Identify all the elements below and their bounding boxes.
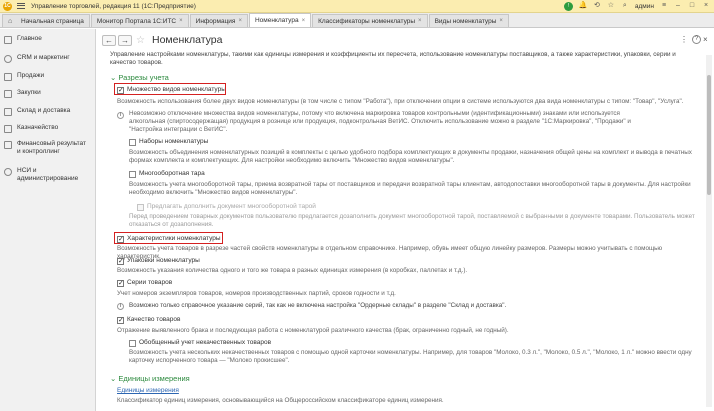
poor-quality-label: Обобщенный учет некачественных товаров — [139, 339, 272, 346]
gear-icon — [4, 168, 12, 176]
units-desc: Классификатор единиц измерения, основыва… — [117, 397, 444, 404]
suggest-returnable-label: Предлагать дополнить документ многооборо… — [147, 203, 316, 210]
tab-home[interactable]: ⌂ Начальная страница — [2, 14, 90, 27]
close-icon[interactable]: × — [703, 35, 708, 44]
sidebar-item-admin[interactable]: НСИ и администрирование — [0, 167, 92, 183]
settings-icon[interactable]: ≡ — [660, 2, 668, 10]
tab-nomenclature[interactable]: Номенклатура × — [248, 13, 312, 27]
returnable-label: Многооборотная тара — [139, 170, 205, 177]
scrollbar[interactable] — [706, 55, 712, 407]
notifications-icon[interactable]: ! — [563, 1, 573, 11]
returnable-desc: Возможность учета многооборотной тары, п… — [129, 181, 691, 196]
quality-label: Качество товаров — [127, 316, 181, 323]
finance-icon — [4, 141, 12, 149]
more-icon[interactable]: ⋮ — [680, 35, 688, 44]
title-bar: 1С Управление торговлей, редакция 11 (1С… — [0, 0, 714, 13]
tab-label: Монитор Портала 1С:ИТС — [96, 17, 177, 25]
series-checkbox[interactable]: ✓ — [117, 280, 124, 287]
packages-desc: Возможность указания количества одного и… — [117, 267, 468, 274]
maximize-icon[interactable]: □ — [688, 2, 696, 10]
menu-icon — [4, 36, 12, 44]
tab-information[interactable]: Информация × — [189, 14, 248, 27]
highlight-box — [114, 83, 226, 95]
back-button[interactable]: ← — [102, 35, 116, 46]
section-accounting[interactable]: ⌄ Разрезы учета — [110, 73, 169, 82]
sales-icon — [4, 73, 12, 81]
close-icon[interactable]: × — [418, 18, 422, 24]
quality-checkbox[interactable]: ✓ — [117, 317, 124, 324]
sidebar-item-crm[interactable]: CRM и маркетинг — [0, 54, 74, 63]
poor-quality-checkbox[interactable] — [129, 340, 136, 347]
bell-icon[interactable]: 🔔 — [579, 2, 588, 10]
window-title: Управление торговлей, редакция 11 (1С:Пр… — [31, 2, 196, 10]
sidebar-item-finance[interactable]: Финансовый результат и контроллинг — [0, 140, 92, 156]
sidebar-item-treasury[interactable]: Казначейство — [0, 124, 62, 133]
returnable-checkbox[interactable] — [129, 171, 136, 178]
favorite-star-icon[interactable]: ☆ — [136, 35, 145, 46]
kits-checkbox[interactable] — [129, 139, 136, 146]
suggest-returnable-desc: Перед проведением товарных документов по… — [129, 213, 695, 228]
close-icon[interactable]: × — [499, 18, 503, 24]
units-link[interactable]: Единицы измерения — [117, 387, 179, 394]
sidebar-item-sales[interactable]: Продажи — [0, 72, 48, 81]
sidebar-item-purchases[interactable]: Закупки — [0, 89, 45, 98]
series-label: Серии товаров — [127, 279, 173, 286]
treasury-icon — [4, 125, 12, 133]
sidebar-item-main[interactable]: Главное — [0, 35, 46, 44]
page-intro: Управление настройками номенклатуры, так… — [110, 51, 676, 66]
characteristics-desc: Возможность учета товаров в разрезе част… — [117, 245, 663, 260]
main-content: ← → ☆ Номенклатура ⋮ ? × Управление наст… — [97, 29, 714, 411]
packages-label: Упаковки номенклатуры — [127, 257, 200, 264]
info-icon: i — [117, 303, 124, 310]
page-title: Номенклатура — [152, 34, 223, 46]
multiple-types-desc: Возможность использования более двух вид… — [117, 98, 684, 105]
suggest-returnable-checkbox[interactable] — [137, 204, 144, 211]
purchases-icon — [4, 90, 12, 98]
search-icon[interactable]: ⌕ — [621, 2, 629, 10]
series-note: Возможно только справочное указание сери… — [129, 302, 507, 309]
section-units[interactable]: ⌄ Единицы измерения — [110, 374, 190, 383]
series-desc: Учет номеров экземпляров товаров, номеро… — [117, 290, 396, 297]
app-logo-icon: 1С — [3, 1, 12, 11]
poor-quality-desc: Возможность учета нескольких некачествен… — [129, 349, 692, 364]
kits-desc: Возможность объединения номенклатурных п… — [129, 149, 692, 164]
close-icon[interactable]: × — [179, 18, 183, 24]
home-icon: ⌂ — [8, 17, 13, 25]
history-icon[interactable]: ⟲ — [593, 2, 601, 10]
tab-label: Классификаторы номенклатуры — [318, 17, 416, 25]
forward-button[interactable]: → — [118, 35, 132, 46]
multiple-types-note: Невозможно отключение множества видов но… — [129, 110, 631, 133]
packages-checkbox[interactable]: ✓ — [117, 258, 124, 265]
tab-label: Номенклатура — [254, 17, 299, 24]
quality-desc: Отражение выявленного брака и последующа… — [117, 327, 509, 334]
tab-label: Виды номенклатуры — [434, 17, 497, 25]
highlight-box — [114, 232, 223, 244]
close-icon[interactable]: × — [302, 18, 306, 24]
crm-icon — [4, 55, 12, 63]
info-icon: i — [117, 112, 124, 119]
sidebar: Главное CRM и маркетинг Продажи Закупки … — [0, 29, 96, 411]
tab-strip: ⌂ Начальная страница Монитор Портала 1С:… — [0, 13, 714, 28]
kits-label: Наборы номенклатуры — [139, 138, 209, 145]
tab-nomenclature-types[interactable]: Виды номенклатуры × — [428, 14, 509, 27]
user-name[interactable]: админ — [635, 3, 654, 10]
favorites-icon[interactable]: ☆ — [607, 2, 615, 10]
close-window-icon[interactable]: × — [702, 2, 710, 10]
help-icon[interactable]: ? — [692, 35, 701, 44]
main-menu-icon[interactable] — [16, 2, 26, 11]
scrollbar-thumb[interactable] — [707, 75, 711, 195]
tab-classifiers[interactable]: Классификаторы номенклатуры × — [312, 14, 428, 27]
minimize-icon[interactable]: – — [674, 2, 682, 10]
warehouse-icon — [4, 108, 12, 116]
close-icon[interactable]: × — [238, 18, 242, 24]
tab-its-monitor[interactable]: Монитор Портала 1С:ИТС × — [90, 14, 189, 27]
sidebar-item-warehouse[interactable]: Склад и доставка — [0, 107, 74, 116]
tab-label: Информация — [195, 17, 236, 25]
tab-label: Начальная страница — [21, 17, 84, 25]
